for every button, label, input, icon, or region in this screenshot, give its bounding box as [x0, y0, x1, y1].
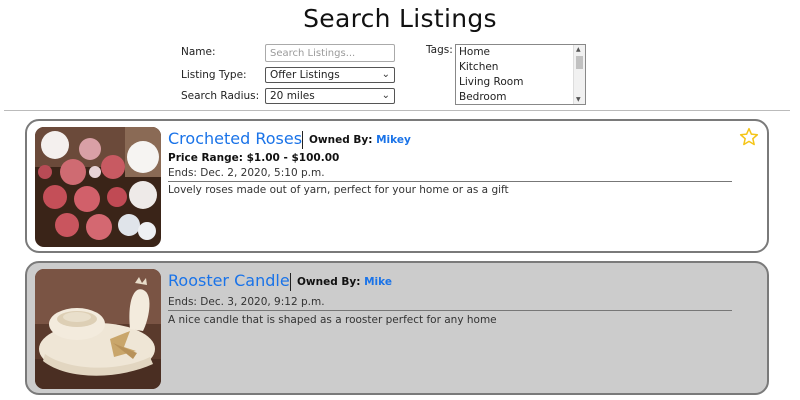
listing-description: A nice candle that is shaped as a rooste…	[168, 314, 497, 326]
chevron-down-icon: ⌄	[381, 90, 390, 101]
title-separator	[302, 131, 303, 149]
listing-type-value: Offer Listings	[270, 69, 340, 81]
listing-title-link[interactable]: Crocheted Roses	[168, 129, 302, 148]
listing-card[interactable]: Rooster Candle Owned By: Mike Ends: Dec.…	[25, 261, 769, 395]
price-range: Price Range: $1.00 - $100.00	[168, 152, 340, 164]
listing-end-date: Ends: Dec. 3, 2020, 9:12 p.m.	[168, 296, 325, 308]
scroll-up-icon[interactable]: ▲	[576, 46, 581, 53]
tag-option[interactable]: Bedroom	[456, 90, 585, 104]
tags-listbox[interactable]: Home Kitchen Living Room Bedroom ▲ ▼	[455, 44, 586, 105]
tags-label: Tags:	[426, 44, 453, 56]
owner-link[interactable]: Mikey	[376, 134, 411, 146]
search-radius-value: 20 miles	[270, 90, 315, 102]
listing-divider	[168, 310, 732, 311]
tag-option[interactable]: Kitchen	[456, 60, 585, 75]
owned-by: Owned By: Mike	[297, 276, 392, 288]
page-title: Search Listings	[303, 4, 497, 33]
tag-option[interactable]: Home	[456, 45, 585, 60]
listing-type-label: Listing Type:	[181, 69, 247, 81]
header-divider	[4, 110, 790, 111]
title-separator	[290, 273, 291, 291]
name-search-input[interactable]	[265, 44, 395, 62]
star-outline-icon[interactable]	[739, 127, 759, 147]
listing-type-select[interactable]: Offer Listings ⌄	[265, 67, 395, 83]
search-radius-select[interactable]: 20 miles ⌄	[265, 88, 395, 104]
listing-title-link[interactable]: Rooster Candle	[168, 271, 290, 290]
owner-link[interactable]: Mike	[364, 276, 392, 288]
owned-by: Owned By: Mikey	[309, 134, 411, 146]
scroll-down-icon[interactable]: ▼	[576, 96, 581, 103]
tags-scrollbar[interactable]: ▲ ▼	[573, 45, 585, 104]
search-radius-label: Search Radius:	[181, 90, 260, 102]
owned-by-label: Owned By:	[297, 276, 361, 288]
listing-description: Lovely roses made out of yarn, perfect f…	[168, 184, 509, 196]
listing-end-date: Ends: Dec. 2, 2020, 5:10 p.m.	[168, 167, 325, 179]
chevron-down-icon: ⌄	[381, 69, 390, 80]
listing-image-rooster-candle[interactable]	[35, 269, 161, 389]
scroll-thumb[interactable]	[576, 56, 583, 69]
name-label: Name:	[181, 46, 216, 58]
tag-option[interactable]: Living Room	[456, 75, 585, 90]
listing-card[interactable]: Crocheted Roses Owned By: Mikey Price Ra…	[25, 119, 769, 253]
listing-image-crocheted-roses[interactable]	[35, 127, 161, 247]
listing-divider	[168, 181, 732, 182]
owned-by-label: Owned By:	[309, 134, 373, 146]
